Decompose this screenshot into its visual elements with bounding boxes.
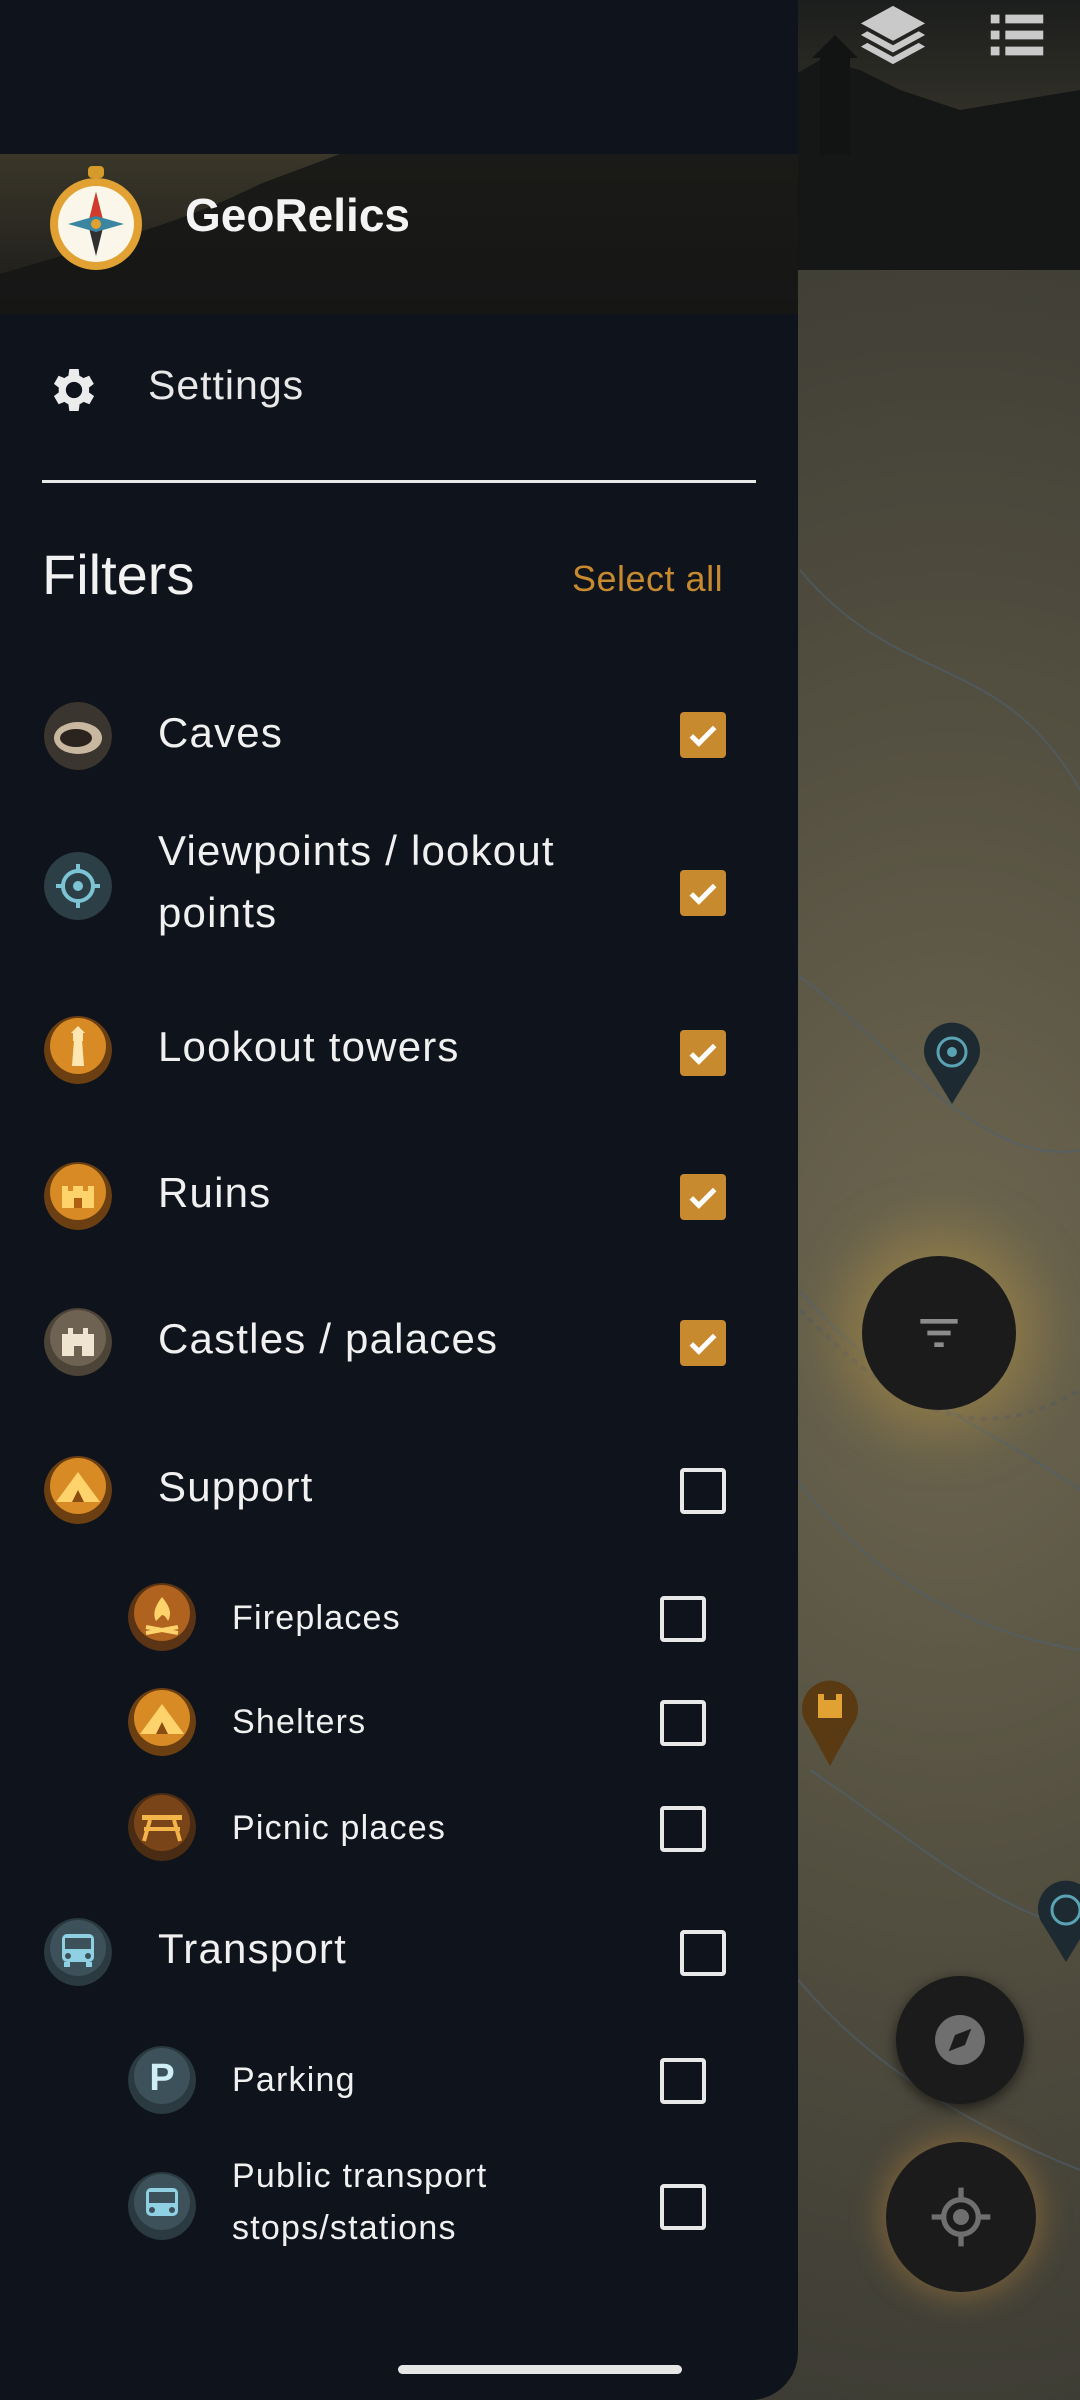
checkbox[interactable]	[660, 1806, 706, 1852]
divider	[42, 480, 756, 483]
map-pin-viewpoint[interactable]	[1036, 1880, 1080, 1964]
filter-row-fireplaces[interactable]: Fireplaces	[0, 1580, 798, 1656]
filter-label: Shelters	[232, 1703, 367, 1741]
filter-label: Caves	[158, 709, 284, 756]
filter-label: Support	[158, 1463, 314, 1510]
svg-text:P: P	[149, 2057, 174, 2099]
filter-label: Fireplaces	[232, 1599, 401, 1637]
bus-icon	[44, 1918, 112, 1986]
filter-label: Picnic places	[232, 1809, 447, 1847]
checkbox[interactable]	[680, 712, 726, 758]
viewpoint-icon	[44, 852, 112, 920]
ruin-icon	[44, 1162, 112, 1230]
checkbox[interactable]	[680, 1030, 726, 1076]
tent-icon	[44, 1456, 112, 1524]
settings-label: Settings	[148, 362, 305, 408]
checkmark-icon	[689, 883, 717, 905]
select-all-button[interactable]: Select all	[572, 558, 723, 600]
home-indicator[interactable]	[398, 2365, 682, 2374]
filter-row-castles[interactable]: Castles / palaces	[0, 1296, 798, 1386]
list-icon[interactable]	[982, 0, 1052, 70]
checkbox[interactable]	[660, 1700, 706, 1746]
filter-label: Viewpoints / lookout points	[158, 827, 555, 936]
checkbox[interactable]	[660, 2184, 706, 2230]
filter-row-lookout-towers[interactable]: Lookout towers	[0, 1004, 798, 1094]
app-title: GeoRelics	[185, 189, 410, 241]
parking-icon: P	[128, 2046, 196, 2114]
filter-label: Transport	[158, 1925, 347, 1972]
filter-row-transport[interactable]: Transport	[0, 1906, 798, 1996]
checkmark-icon	[689, 1043, 717, 1065]
castle-icon	[44, 1308, 112, 1376]
filter-label: Public transport stops/stations	[232, 2157, 488, 2247]
navigation-drawer: GeoRelics Settings Filters Select all Ca…	[0, 0, 798, 2400]
checkbox[interactable]	[680, 1930, 726, 1976]
filter-row-picnic-places[interactable]: Picnic places	[0, 1790, 798, 1866]
compass-icon	[935, 2015, 985, 2065]
compass-button[interactable]	[896, 1976, 1024, 2104]
filter-label: Lookout towers	[158, 1023, 460, 1070]
filter-icon	[920, 1319, 958, 1347]
checkmark-icon	[689, 1333, 717, 1355]
crosshair-icon	[931, 2187, 991, 2247]
checkbox[interactable]	[680, 1468, 726, 1514]
tent-icon	[128, 1688, 196, 1756]
checkbox[interactable]	[680, 1320, 726, 1366]
app-logo	[50, 166, 142, 270]
gear-icon	[53, 369, 95, 411]
filter-row-parking[interactable]: P Parking	[0, 2042, 798, 2118]
checkbox[interactable]	[660, 2058, 706, 2104]
layers-icon[interactable]	[858, 0, 928, 70]
filter-row-viewpoints[interactable]: Viewpoints / lookout points	[0, 820, 798, 950]
filter-label: Ruins	[158, 1169, 272, 1216]
lighthouse-icon	[44, 1016, 112, 1084]
campfire-icon	[128, 1583, 196, 1651]
filter-row-public-transport[interactable]: Public transport stops/stations	[0, 2150, 798, 2260]
checkmark-icon	[689, 1187, 717, 1209]
filter-row-support[interactable]: Support	[0, 1444, 798, 1534]
filter-label: Castles / palaces	[158, 1315, 499, 1362]
checkbox[interactable]	[660, 1596, 706, 1642]
filter-label: Parking	[232, 2061, 356, 2099]
checkmark-icon	[689, 725, 717, 747]
cave-icon	[44, 702, 112, 770]
my-location-button[interactable]	[886, 2142, 1036, 2292]
filters-heading: Filters	[42, 543, 195, 606]
bus-icon	[128, 2172, 196, 2240]
picnic-table-icon	[128, 1793, 196, 1861]
filter-row-shelters[interactable]: Shelters	[0, 1684, 798, 1760]
map-pin-castle[interactable]	[800, 1678, 860, 1768]
filter-row-ruins[interactable]: Ruins	[0, 1150, 798, 1240]
settings-menu-item[interactable]	[0, 340, 798, 440]
checkbox[interactable]	[680, 870, 726, 916]
filter-fab[interactable]	[862, 1256, 1016, 1410]
checkbox[interactable]	[680, 1174, 726, 1220]
filter-row-caves[interactable]: Caves	[0, 690, 798, 780]
map-pin-viewpoint[interactable]	[922, 1022, 982, 1106]
